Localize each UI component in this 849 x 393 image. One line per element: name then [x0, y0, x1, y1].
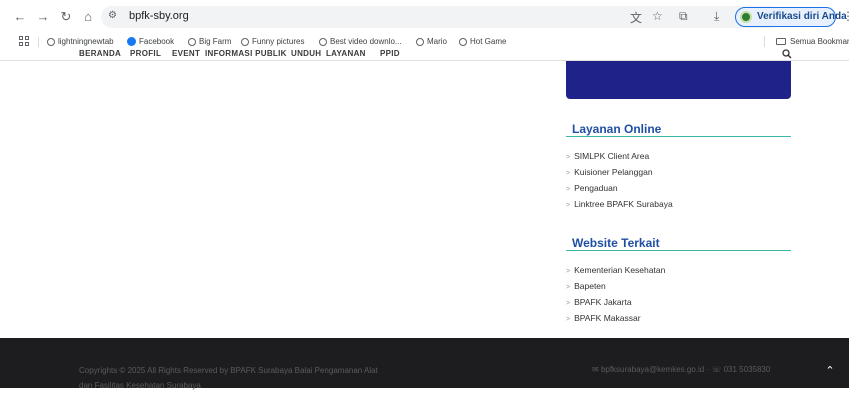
sidebar-banner — [566, 61, 791, 99]
all-bookmarks-button[interactable]: Semua Bookmark — [776, 34, 849, 49]
chevron-right-icon: > — [566, 268, 571, 275]
chevron-right-icon: > — [566, 186, 571, 193]
link-linktree[interactable]: > Linktree BPAFK Surabaya — [566, 199, 673, 209]
bookmark-lightningnewtab[interactable]: lightningnewtab — [47, 34, 114, 49]
bookmark-best-video[interactable]: Best video downlo... — [319, 34, 402, 49]
footer-email[interactable]: bpfksurabaya@kemkes.go.id — [601, 365, 704, 374]
chevron-right-icon: > — [566, 202, 571, 209]
nav-unduh[interactable]: UNDUH — [291, 49, 321, 58]
nav-layanan[interactable]: LAYANAN — [326, 49, 366, 58]
folder-icon — [776, 38, 786, 45]
nav-informasi-publik[interactable]: INFORMASI PUBLIK — [205, 49, 287, 58]
nav-profil[interactable]: PROFIL — [130, 49, 161, 58]
chevron-right-icon: > — [566, 284, 571, 291]
envelope-icon: ✉ — [592, 365, 599, 374]
footer-phone[interactable]: 031 5035830 — [724, 365, 771, 374]
bookmark-hot-game[interactable]: Hot Game — [459, 34, 506, 49]
download-icon[interactable]: ⤓ — [714, 9, 719, 24]
star-icon[interactable]: ☆ — [652, 9, 663, 23]
layanan-online-heading: Layanan Online — [572, 122, 662, 136]
facebook-icon — [127, 37, 136, 46]
kebab-icon[interactable]: ⋮ — [842, 9, 849, 23]
scroll-to-top-button[interactable]: ⌃ — [817, 358, 843, 384]
nav-ppid[interactable]: PPID — [380, 49, 400, 58]
globe-icon — [47, 37, 55, 46]
website-terkait-heading: Website Terkait — [572, 236, 660, 250]
website-divider — [566, 250, 791, 251]
verify-identity-label: Verifikasi diri Anda — [757, 11, 847, 22]
apps-grid-icon[interactable] — [19, 36, 29, 46]
footer-contact: ✉ bpfksurabaya@kemkes.go.id · ☏ 031 5035… — [592, 365, 770, 374]
nav-event[interactable]: EVENT — [172, 49, 200, 58]
reload-icon[interactable]: ↻ — [58, 9, 74, 25]
link-bpafk-jakarta[interactable]: > BPAFK Jakarta — [566, 297, 632, 307]
home-icon[interactable]: ⌂ — [80, 9, 96, 25]
site-navigation: BERANDA PROFIL EVENT INFORMASI PUBLIK UN… — [0, 49, 849, 61]
forward-icon[interactable]: → — [35, 9, 51, 25]
globe-icon — [241, 37, 249, 46]
layanan-divider — [566, 136, 791, 137]
site-info-icon[interactable]: ⚙ — [108, 10, 117, 21]
verify-identity-button[interactable]: Verifikasi diri Anda — [735, 7, 847, 27]
back-icon[interactable]: ← — [12, 9, 28, 25]
bookmark-funny-pictures[interactable]: Funny pictures — [241, 34, 304, 49]
phone-icon: ☏ — [711, 365, 722, 374]
bookmark-facebook[interactable]: Facebook — [127, 34, 174, 49]
url-text[interactable]: bpfk-sby.org — [129, 10, 189, 22]
globe-icon — [459, 37, 467, 46]
nav-beranda[interactable]: BERANDA — [79, 49, 121, 58]
link-kemenkes[interactable]: > Kementerian Kesehatan — [566, 265, 665, 275]
link-pengaduan[interactable]: > Pengaduan — [566, 183, 618, 193]
link-bapeten[interactable]: > Bapeten — [566, 281, 606, 291]
chevron-right-icon: > — [566, 316, 571, 323]
chevron-right-icon: > — [566, 154, 571, 161]
chevron-right-icon: > — [566, 170, 571, 177]
bookmark-big-farm[interactable]: Big Farm — [188, 34, 231, 49]
profile-avatar-icon — [740, 11, 752, 23]
translate-icon[interactable]: 文 — [630, 9, 642, 26]
globe-icon — [319, 37, 327, 46]
globe-icon — [188, 37, 196, 46]
bookmarks-divider — [38, 37, 39, 47]
globe-icon — [416, 37, 424, 46]
link-simlpk[interactable]: > SIMLPK Client Area — [566, 151, 649, 161]
chevron-up-icon: ⌃ — [825, 365, 835, 377]
site-footer: Copyrights © 2025 All Rights Reserved by… — [0, 338, 849, 390]
extensions-icon[interactable]: ⧉ — [679, 9, 688, 24]
bookmarks-separator — [764, 36, 765, 47]
footer-copyright: Copyrights © 2025 All Rights Reserved by… — [79, 366, 378, 390]
search-icon[interactable] — [782, 49, 792, 59]
link-kuisioner[interactable]: > Kuisioner Pelanggan — [566, 167, 653, 177]
chevron-right-icon: > — [566, 300, 571, 307]
bookmark-mario[interactable]: Mario — [416, 34, 447, 49]
link-bpafk-makassar[interactable]: > BPAFK Makassar — [566, 313, 641, 323]
